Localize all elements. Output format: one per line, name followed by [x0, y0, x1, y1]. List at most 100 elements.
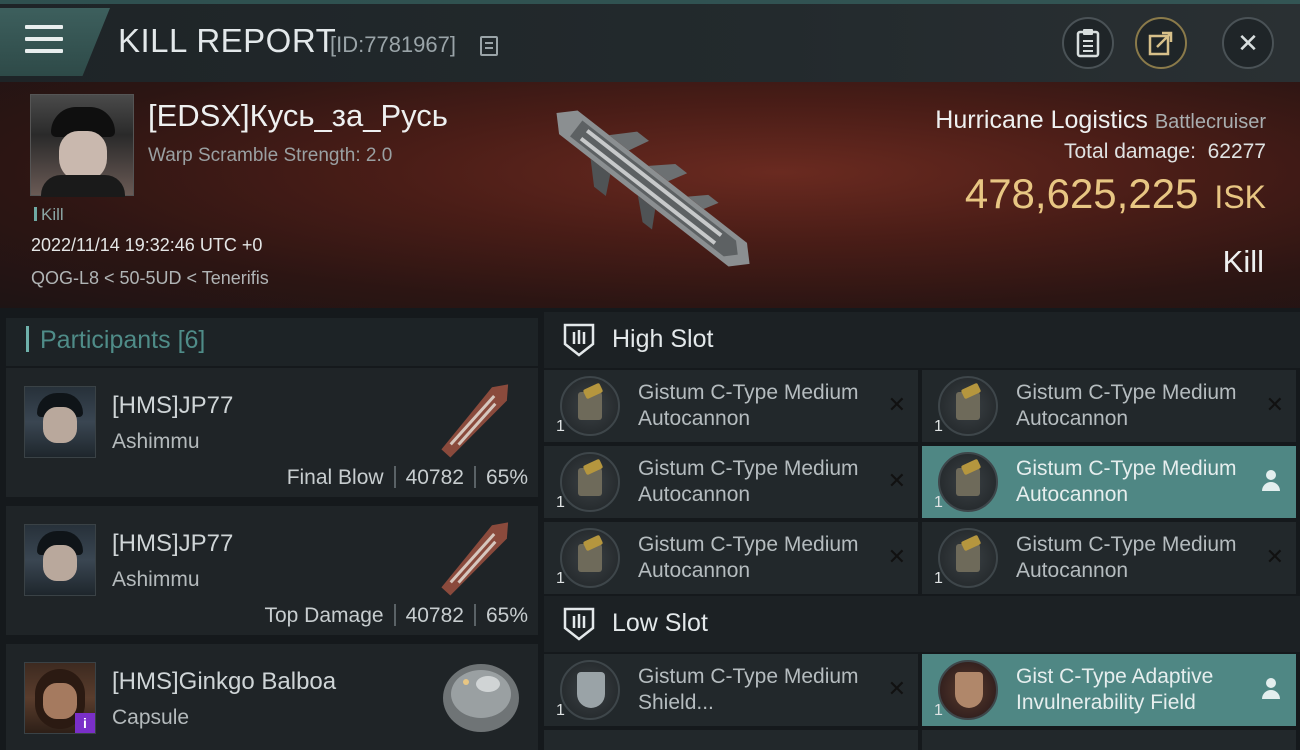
participant-stats: Top Damage 40782 65% — [264, 604, 528, 628]
autocannon-icon — [938, 452, 998, 512]
participant-name: [HMS]JP77 — [112, 530, 234, 557]
victim-portrait[interactable] — [30, 94, 134, 197]
high-slot-header: High Slot — [544, 312, 1300, 368]
shield-module-icon — [560, 660, 620, 720]
module-item[interactable]: 1 Gistum C-Type Medium Autocannon ✕ — [544, 522, 918, 594]
top-glow — [0, 0, 1300, 4]
ship-model: Hurricane Logistics — [935, 106, 1148, 134]
participant-avatar[interactable]: i — [24, 662, 96, 734]
victim-name[interactable]: [EDSX]Кусь_за_Русь — [148, 98, 448, 134]
module-item-partial[interactable] — [922, 730, 1296, 750]
clipboard-button[interactable] — [1062, 17, 1114, 69]
participant-card[interactable]: [HMS]JP77 Ashimmu Final Blow 40782 65% — [6, 368, 538, 500]
module-quantity: 1 — [934, 570, 943, 587]
module-name: Gistum C-Type Medium Autocannon — [638, 457, 859, 506]
isk-value: 478,625,225 ISK — [964, 170, 1266, 217]
kill-timestamp: 2022/11/14 19:32:46 UTC +0 — [31, 235, 263, 255]
participant-percent: 65% — [485, 604, 528, 627]
participant-ship: Capsule — [112, 706, 190, 729]
participant-ship: Ashimmu — [112, 568, 200, 591]
kill-tag: Kill — [34, 205, 64, 225]
module-quantity: 1 — [556, 570, 565, 587]
victim-ship-name[interactable]: Hurricane Logistics Battlecruiser — [935, 106, 1266, 135]
participant-name: [HMS]JP77 — [112, 392, 234, 419]
person-icon — [1262, 678, 1280, 700]
autocannon-icon — [938, 528, 998, 588]
module-item-dropped[interactable]: 1 Gistum C-Type Medium Autocannon — [922, 446, 1296, 518]
victim-ship-image — [556, 110, 750, 267]
module-quantity: 1 — [556, 418, 565, 435]
kill-outcome: Kill — [1222, 244, 1264, 279]
module-item[interactable]: 1 Gistum C-Type Medium Autocannon ✕ — [922, 370, 1296, 442]
warp-scramble-strength: Warp Scramble Strength: 2.0 — [148, 145, 393, 166]
high-slot-label: High Slot — [612, 325, 714, 353]
module-name: Gistum C-Type Medium Autocannon — [1016, 457, 1237, 506]
participant-avatar[interactable] — [24, 386, 96, 458]
destroyed-icon: ✕ — [1265, 392, 1284, 417]
participant-damage: 40782 — [405, 466, 464, 489]
participant-name: [HMS]Ginkgo Balboa — [112, 668, 337, 695]
autocannon-icon — [560, 528, 620, 588]
participant-ship-image — [441, 522, 509, 596]
capsule-image — [443, 664, 519, 732]
hamburger-menu-icon[interactable] — [25, 25, 63, 55]
info-badge-icon[interactable]: i — [75, 713, 95, 733]
share-button[interactable] — [1135, 17, 1187, 69]
module-item-partial[interactable] — [544, 730, 918, 750]
adaptive-field-icon — [938, 660, 998, 720]
destroyed-icon: ✕ — [887, 676, 906, 701]
module-item[interactable]: 1 Gistum C-Type Medium Autocannon ✕ — [544, 370, 918, 442]
module-name: Gistum C-Type Medium Shield... — [638, 665, 859, 714]
destroyed-icon: ✕ — [887, 392, 906, 417]
participants-label: Participants — [40, 326, 171, 354]
participant-stats: Final Blow 40782 65% — [287, 466, 528, 490]
module-quantity: 1 — [934, 702, 943, 719]
participant-ship: Ashimmu — [112, 430, 200, 453]
module-item[interactable]: 1 Gistum C-Type Medium Autocannon ✕ — [544, 446, 918, 518]
participant-ship-image — [441, 384, 509, 458]
person-icon — [1262, 470, 1280, 492]
autocannon-icon — [938, 376, 998, 436]
share-icon — [1148, 31, 1173, 56]
autocannon-icon — [560, 376, 620, 436]
report-id: [ID:7781967] — [330, 32, 456, 57]
module-name: Gistum C-Type Medium Autocannon — [638, 381, 859, 430]
module-name: Gistum C-Type Medium Autocannon — [1016, 533, 1237, 582]
participants-header: Participants [6] — [6, 318, 538, 366]
total-damage: Total damage: 62277 — [1064, 140, 1266, 163]
destroyed-icon: ✕ — [887, 544, 906, 569]
module-quantity: 1 — [556, 494, 565, 511]
participant-role: Final Blow — [286, 466, 384, 489]
destroyed-icon: ✕ — [887, 468, 906, 493]
low-slot-label: Low Slot — [612, 609, 708, 637]
clipboard-icon — [1076, 29, 1100, 58]
close-button[interactable]: ✕ — [1222, 17, 1274, 69]
autocannon-icon — [560, 452, 620, 512]
module-quantity: 1 — [556, 702, 565, 719]
low-slot-icon — [563, 607, 595, 641]
module-name: Gistum C-Type Medium Autocannon — [1016, 381, 1237, 430]
page-title: KILL REPORT — [118, 22, 337, 59]
participant-percent: 65% — [485, 466, 528, 489]
high-slot-icon — [563, 323, 595, 357]
low-slot-header: Low Slot — [544, 596, 1300, 652]
destroyed-icon: ✕ — [1265, 544, 1284, 569]
module-name: Gist C-Type Adaptive Invulnerability Fie… — [1016, 665, 1214, 714]
close-icon: ✕ — [1237, 27, 1259, 58]
module-item[interactable]: 1 Gistum C-Type Medium Autocannon ✕ — [922, 522, 1296, 594]
module-name: Gistum C-Type Medium Autocannon — [638, 533, 859, 582]
participants-count: [6] — [177, 326, 206, 354]
participant-damage: 40782 — [405, 604, 464, 627]
module-quantity: 1 — [934, 418, 943, 435]
participant-role: Top Damage — [264, 604, 384, 627]
module-quantity: 1 — [934, 494, 943, 511]
participant-card[interactable]: i [HMS]Ginkgo Balboa Capsule — [6, 644, 538, 750]
kill-location: QOG-L8 < 50-5UD < Tenerifis — [31, 268, 269, 288]
copy-id-icon[interactable] — [480, 36, 498, 56]
ship-class: Battlecruiser — [1154, 111, 1266, 133]
participant-card[interactable]: [HMS]JP77 Ashimmu Top Damage 40782 65% — [6, 506, 538, 638]
module-item-dropped[interactable]: 1 Gist C-Type Adaptive Invulnerability F… — [922, 654, 1296, 726]
module-item[interactable]: 1 Gistum C-Type Medium Shield... ✕ — [544, 654, 918, 726]
top-bar: KILL REPORT [ID:7781967] ✕ — [0, 0, 1300, 82]
participant-avatar[interactable] — [24, 524, 96, 596]
